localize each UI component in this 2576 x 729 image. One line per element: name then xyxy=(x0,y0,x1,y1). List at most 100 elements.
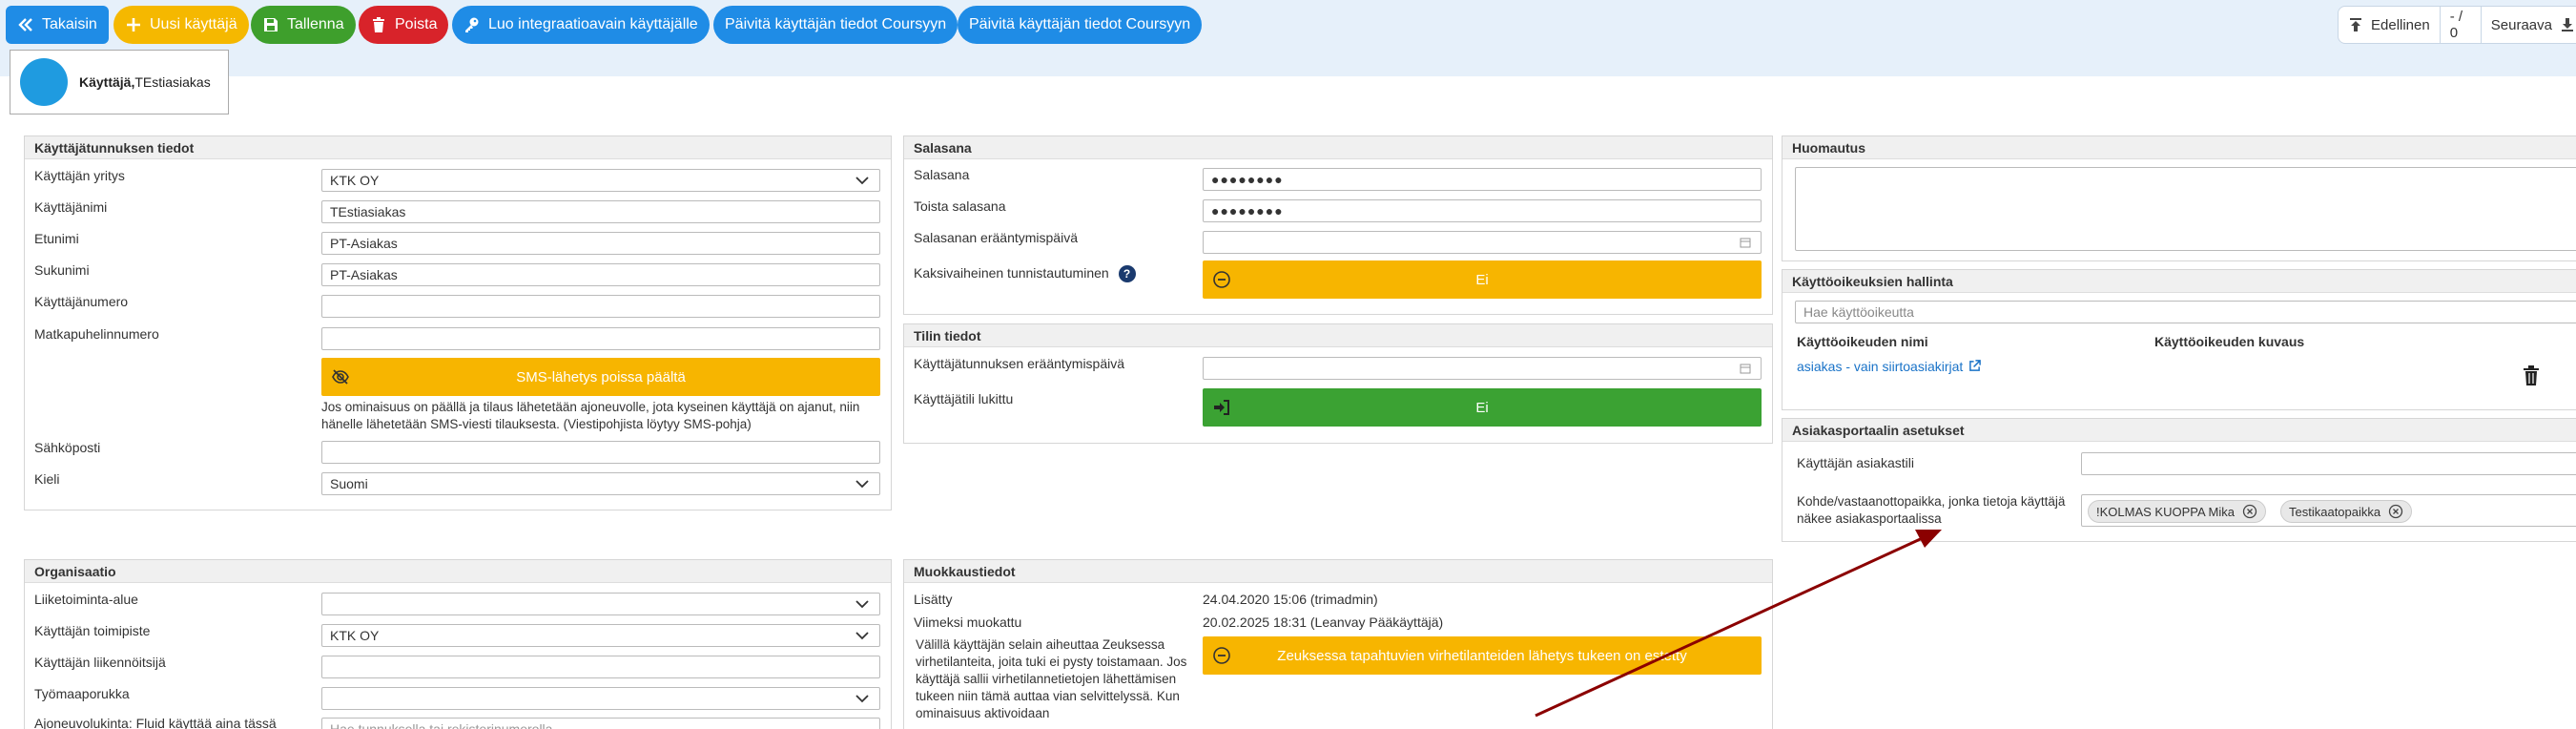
twofa-toggle-label: Ei xyxy=(1475,271,1489,288)
key-icon xyxy=(465,17,479,32)
next-label: Seuraava xyxy=(2490,16,2552,33)
portal-account-input[interactable] xyxy=(2081,452,2576,475)
work-group-label: Työmaaporukka xyxy=(34,686,130,701)
create-integration-key-button[interactable]: Luo integraatioavain käyttäjälle xyxy=(452,6,710,44)
error-reporting-toggle-label: Zeuksessa tapahtuvien virhetilanteiden l… xyxy=(1277,647,1687,664)
username-input[interactable]: TEstiasiakas xyxy=(321,200,880,223)
update-coursy-button-2[interactable]: Päivitä käyttäjän tiedot Coursyyn xyxy=(958,6,1203,44)
avatar xyxy=(20,58,68,106)
error-reporting-toggle[interactable]: Zeuksessa tapahtuvien virhetilanteiden l… xyxy=(1203,636,1762,675)
calendar-icon xyxy=(1740,238,1751,248)
save-button[interactable]: Tallenna xyxy=(251,6,356,44)
previous-label: Edellinen xyxy=(2371,16,2430,33)
password-label: Salasana xyxy=(914,167,970,182)
portal-places-multiselect[interactable]: !KOLMAS KUOPPA Mika Testikaatopaikka xyxy=(2081,494,2576,527)
minus-circle-icon xyxy=(1213,647,1230,664)
create-integration-key-label: Luo integraatioavain käyttäjälle xyxy=(488,16,698,32)
account-info-panel: Käyttäjätunnuksen tiedot Käyttäjän yrity… xyxy=(24,135,892,510)
user-name-value: TEstiasiakas xyxy=(134,74,211,90)
minus-circle-icon xyxy=(1213,271,1230,288)
calendar-icon xyxy=(1740,364,1751,374)
twofa-toggle[interactable]: Ei xyxy=(1203,260,1762,299)
sms-help-text: Jos ominaisuus on päällä ja tilaus lähet… xyxy=(321,400,860,431)
language-value: Suomi xyxy=(330,476,368,491)
sms-toggle-label: SMS-lähetys poissa päältä xyxy=(516,368,686,385)
password-expiry-label: Salasanan erääntymispäivä xyxy=(914,230,1078,245)
place-chip-label: Testikaatopaikka xyxy=(2289,504,2381,519)
delete-label: Poista xyxy=(395,16,438,32)
rights-title: Käyttöoikeuksien hallinta xyxy=(1783,270,2576,293)
email-label: Sähköposti xyxy=(34,440,101,455)
phone-label: Matkapuhelinnumero xyxy=(34,326,159,342)
close-circle-icon[interactable] xyxy=(2242,504,2257,519)
office-select[interactable]: KTK OY xyxy=(321,624,880,647)
account-locked-toggle[interactable]: Ei xyxy=(1203,388,1762,427)
lastname-input[interactable]: PT-Asiakas xyxy=(321,263,880,286)
account-locked-toggle-label: Ei xyxy=(1475,399,1489,416)
vehicle-label: Ajoneuvolukinta: Fluid käyttää aina täss… xyxy=(34,716,277,729)
added-label: Lisätty xyxy=(914,592,953,607)
company-select[interactable]: KTK OY xyxy=(321,169,880,192)
previous-button[interactable]: Edellinen xyxy=(2339,7,2441,43)
account-panel: Tilin tiedot Käyttäjätunnuksen erääntymi… xyxy=(903,323,1773,444)
sign-in-icon xyxy=(1214,400,1229,415)
user-prefix: Käyttäjä, xyxy=(79,74,135,90)
email-input[interactable] xyxy=(321,441,880,464)
password-repeat-input[interactable]: ●●●●●●●● xyxy=(1203,199,1762,222)
edit-info-panel: Muokkaustiedot Lisätty 24.04.2020 15:06 … xyxy=(903,559,1773,729)
phone-input[interactable] xyxy=(321,327,880,350)
user-card: Käyttäjä,TEstiasiakas xyxy=(10,50,229,115)
user-name: Käyttäjä,TEstiasiakas xyxy=(79,74,211,90)
download-icon xyxy=(2562,18,2573,31)
right-link[interactable]: asiakas - vain siirtoasiakirjat xyxy=(1797,359,1963,374)
external-link-icon[interactable] xyxy=(1968,360,1982,372)
business-area-select[interactable] xyxy=(321,593,880,615)
rights-search-input[interactable]: Hae käyttöoikeutta xyxy=(1795,301,2576,323)
note-textarea[interactable] xyxy=(1795,167,2576,251)
portal-places-label: Kohde/vastaanottopaikka, jonka tietoja k… xyxy=(1797,494,2066,526)
firstname-input[interactable]: PT-Asiakas xyxy=(321,232,880,255)
close-circle-icon[interactable] xyxy=(2388,504,2403,519)
twofa-label: Kaksivaiheinen tunnistautuminen ? xyxy=(914,265,1136,282)
record-navigation: Edellinen - / 0 Seuraava xyxy=(2338,6,2576,44)
twofa-label-text: Kaksivaiheinen tunnistautuminen xyxy=(914,265,1109,281)
portal-account-label: Käyttäjän asiakastili xyxy=(1797,455,1914,470)
double-chevron-left-icon xyxy=(18,18,32,31)
organization-panel: Organisaatio Liiketoiminta-alue Käyttäjä… xyxy=(24,559,892,729)
vehicle-search-input[interactable]: Hae tunnuksella tai rekisterinumerolla xyxy=(321,718,880,729)
update-coursy-button-1[interactable]: Päivitä käyttäjän tiedot Coursyyn xyxy=(713,6,958,44)
error-reporting-help: Välillä käyttäjän selain aiheuttaa Zeuks… xyxy=(916,637,1187,720)
sms-toggle[interactable]: SMS-lähetys poissa päältä xyxy=(321,358,880,396)
password-expiry-date[interactable] xyxy=(1203,231,1762,254)
note-panel: Huomautus xyxy=(1782,135,2576,261)
trash-icon[interactable] xyxy=(2523,365,2540,386)
next-button[interactable]: Seuraava xyxy=(2482,7,2576,43)
language-select[interactable]: Suomi xyxy=(321,472,880,495)
lastname-label: Sukunimi xyxy=(34,262,90,278)
office-label: Käyttäjän toimipiste xyxy=(34,623,151,638)
usernum-label: Käyttäjänumero xyxy=(34,294,129,309)
account-info-title: Käyttäjätunnuksen tiedot xyxy=(25,136,891,159)
place-chip: Testikaatopaikka xyxy=(2280,500,2413,523)
back-button[interactable]: Takaisin xyxy=(6,6,109,44)
account-expiry-date[interactable] xyxy=(1203,357,1762,380)
account-locked-label: Käyttäjätili lukittu xyxy=(914,391,1014,406)
update-coursy-label-2: Päivitä käyttäjän tiedot Coursyyn xyxy=(969,16,1191,32)
chevron-down-icon xyxy=(855,632,869,640)
record-counter: - / 0 xyxy=(2441,7,2482,43)
delete-button[interactable]: Poista xyxy=(359,6,449,44)
company-label: Käyttäjän yritys xyxy=(34,168,125,183)
password-input[interactable]: ●●●●●●●● xyxy=(1203,168,1762,191)
password-panel: Salasana Salasana ●●●●●●●● Toista salasa… xyxy=(903,135,1773,315)
new-user-button[interactable]: Uusi käyttäjä xyxy=(113,6,249,44)
operator-input[interactable] xyxy=(321,656,880,678)
help-icon[interactable]: ? xyxy=(1118,265,1136,282)
firstname-label: Etunimi xyxy=(34,231,79,246)
usernum-input[interactable] xyxy=(321,295,880,318)
username-label: Käyttäjänimi xyxy=(34,199,108,215)
work-group-select[interactable] xyxy=(321,687,880,710)
company-value: KTK OY xyxy=(330,173,380,188)
password-title: Salasana xyxy=(904,136,1772,159)
place-chip: !KOLMAS KUOPPA Mika xyxy=(2088,500,2266,523)
portal-title: Asiakasportaalin asetukset xyxy=(1783,419,2576,442)
